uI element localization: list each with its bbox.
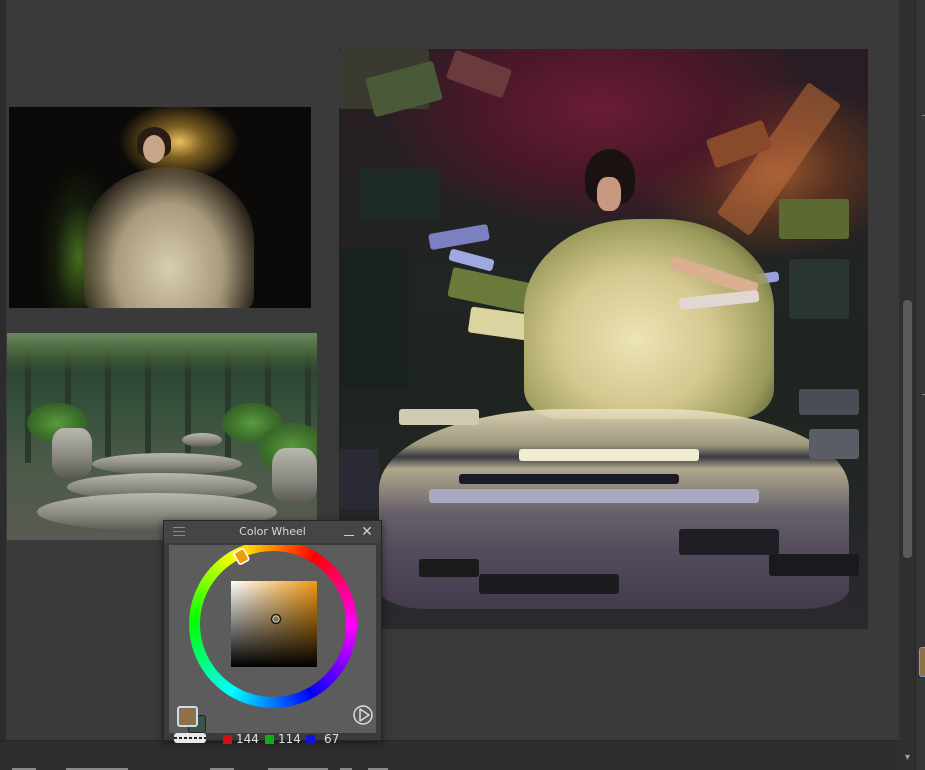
brush-stroke (419, 559, 479, 577)
hue-ring-segment[interactable] (272, 696, 278, 708)
reference-dress (84, 167, 254, 308)
docker-body: 144 114 67 (169, 545, 376, 746)
green-chip (265, 735, 274, 744)
reference-stone (182, 433, 222, 447)
reference-face (143, 135, 165, 163)
brush-stroke (799, 389, 859, 415)
reference-stone (92, 453, 242, 475)
reference-stone (272, 448, 317, 503)
krita-window: ▾ Color Wheel ✕ 144 114 67 (0, 0, 925, 770)
reference-canopy (7, 333, 317, 373)
minimize-icon[interactable] (342, 525, 356, 539)
brush-stroke (399, 409, 479, 425)
reference-stone (52, 428, 92, 478)
red-channel: 144 (223, 732, 263, 746)
bottom-status-bar (0, 740, 899, 770)
blue-chip (306, 735, 315, 744)
green-channel: 114 (265, 732, 305, 746)
brush-stroke (809, 429, 859, 459)
brush-stroke (428, 223, 490, 251)
green-value[interactable]: 114 (278, 732, 301, 746)
hue-ring-segment[interactable] (189, 623, 201, 629)
reference-image-woman[interactable] (9, 107, 311, 308)
painted-face (597, 177, 621, 211)
brush-stroke (789, 259, 849, 319)
brush-stroke (779, 199, 849, 239)
right-dock-edge (915, 0, 925, 770)
brush-stroke (679, 529, 779, 555)
blue-value[interactable]: 67 (324, 732, 339, 746)
vertical-scroll-thumb[interactable] (903, 300, 912, 558)
chevron-down-icon[interactable]: ▾ (900, 750, 915, 766)
hamburger-icon[interactable] (173, 527, 185, 537)
brush-stroke (445, 49, 513, 99)
brush-stroke (459, 474, 679, 484)
close-icon[interactable]: ✕ (360, 524, 374, 540)
red-value[interactable]: 144 (236, 732, 259, 746)
brush-stroke (519, 449, 699, 461)
value-black-overlay (231, 581, 317, 667)
docker-titlebar[interactable]: Color Wheel ✕ (164, 521, 381, 543)
foreground-color-swatch[interactable] (177, 706, 198, 727)
dock-color-swatch[interactable] (919, 647, 925, 677)
red-chip (223, 735, 232, 744)
color-wheel-docker[interactable]: Color Wheel ✕ 144 114 67 (163, 520, 382, 746)
brush-stroke (339, 249, 409, 389)
blue-channel: 67 (306, 732, 346, 746)
pattern-toggle-button[interactable] (174, 733, 206, 743)
play-triangle (359, 708, 370, 722)
reference-image-forest-steps[interactable] (7, 333, 317, 540)
brush-stroke (339, 449, 379, 509)
brush-stroke (359, 169, 439, 219)
painting-canvas[interactable] (339, 49, 868, 629)
brush-stroke (429, 489, 759, 503)
brush-stroke (479, 574, 619, 594)
painted-figure (524, 219, 774, 419)
brush-stroke (769, 554, 859, 576)
color-selector-svg[interactable] (169, 545, 376, 733)
hue-ring-segment[interactable] (345, 619, 357, 625)
hue-ring-segment[interactable] (268, 545, 274, 552)
